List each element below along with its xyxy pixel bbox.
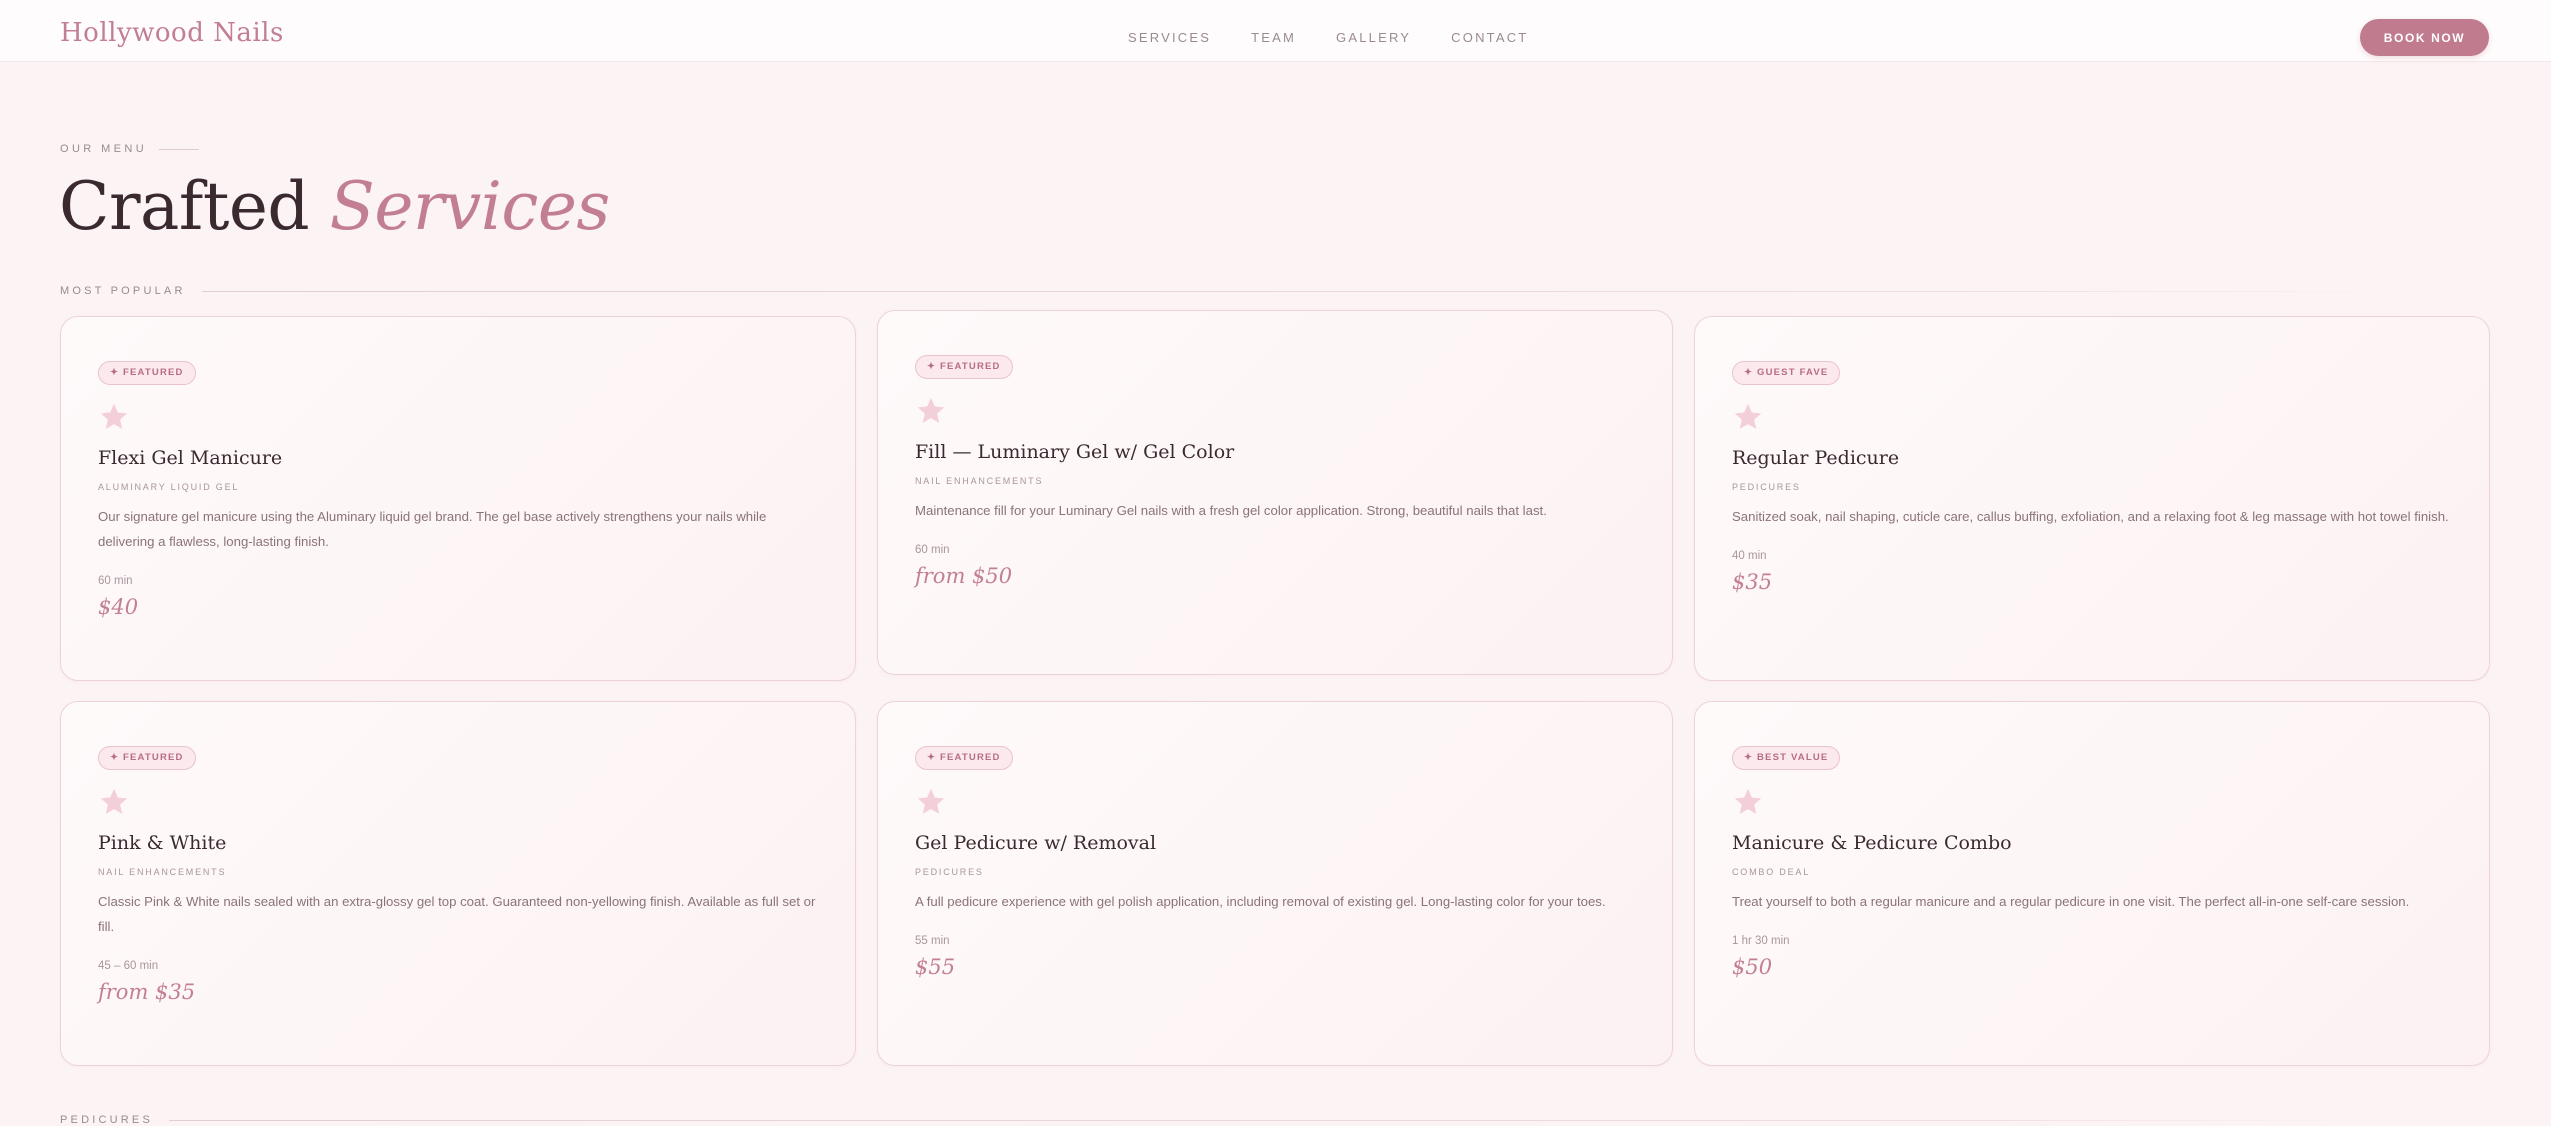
- service-card[interactable]: ✦ BEST VALUE Manicure & Pedicure Combo C…: [1694, 701, 2490, 1066]
- card-body: ✦ FEATURED Gel Pedicure w/ Removal PEDIC…: [915, 746, 1635, 979]
- top-navbar: Hollywood Nails SERVICES TEAM GALLERY CO…: [0, 0, 2551, 62]
- card-category: NAIL ENHANCEMENTS: [98, 867, 227, 877]
- star-icon: [1734, 403, 1762, 429]
- eyebrow-rule: [159, 148, 200, 150]
- card-duration: 45 – 60 min: [98, 960, 159, 972]
- service-card[interactable]: ✦ FEATURED Fill — Luminary Gel w/ Gel Co…: [877, 310, 1673, 675]
- star-icon: [100, 788, 128, 814]
- service-card[interactable]: ✦ GUEST FAVE Regular Pedicure PEDICURES …: [1694, 316, 2490, 681]
- nav-services[interactable]: SERVICES: [1128, 30, 1211, 45]
- card-body: ✦ FEATURED Flexi Gel Manicure ALUMINARY …: [98, 361, 818, 619]
- card-title: Flexi Gel Manicure: [98, 447, 283, 469]
- card-badge: ✦ FEATURED: [915, 355, 1013, 379]
- page-title: Crafted Services: [59, 164, 610, 250]
- group-label-pedicures: PEDICURES: [60, 1114, 2369, 1126]
- card-body: ✦ BEST VALUE Manicure & Pedicure Combo C…: [1732, 746, 2452, 979]
- brand-logo[interactable]: Hollywood Nails: [60, 18, 284, 48]
- card-price: $35: [1732, 570, 1773, 594]
- card-duration: 60 min: [98, 575, 133, 587]
- card-body: ✦ FEATURED Pink & White NAIL ENHANCEMENT…: [98, 746, 818, 1004]
- card-category: COMBO DEAL: [1732, 867, 1811, 877]
- title-accent: Services: [329, 168, 611, 245]
- star-icon: [1734, 788, 1762, 814]
- card-duration: 40 min: [1732, 550, 1767, 562]
- main-nav: SERVICES TEAM GALLERY CONTACT: [1128, 30, 1568, 45]
- service-card[interactable]: ✦ FEATURED Pink & White NAIL ENHANCEMENT…: [60, 701, 856, 1066]
- nav-team[interactable]: TEAM: [1251, 30, 1296, 45]
- star-icon: [917, 788, 945, 814]
- card-category: NAIL ENHANCEMENTS: [915, 476, 1044, 486]
- eyebrow-label: OUR MENU: [60, 143, 148, 155]
- book-now-button[interactable]: BOOK NOW: [2360, 19, 2489, 56]
- card-description: Treat yourself to both a regular manicur…: [1732, 894, 2410, 909]
- card-description: Sanitized soak, nail shaping, cuticle ca…: [1732, 509, 2449, 524]
- card-price: from $35: [98, 980, 196, 1004]
- card-body: ✦ GUEST FAVE Regular Pedicure PEDICURES …: [1732, 361, 2452, 594]
- nav-contact[interactable]: CONTACT: [1451, 30, 1528, 45]
- card-title: Gel Pedicure w/ Removal: [915, 832, 1157, 854]
- group-divider: [201, 290, 2402, 292]
- group-divider: [168, 1119, 2369, 1121]
- card-title: Pink & White: [98, 832, 227, 854]
- card-description: Maintenance fill for your Luminary Gel n…: [915, 503, 1547, 518]
- group-label-most-popular: MOST POPULAR: [60, 285, 2402, 297]
- card-badge: ✦ FEATURED: [98, 746, 196, 770]
- card-description: Classic Pink & White nails sealed with a…: [98, 894, 816, 934]
- card-title: Fill — Luminary Gel w/ Gel Color: [915, 441, 1235, 463]
- card-duration: 55 min: [915, 935, 950, 947]
- card-description: A full pedicure experience with gel poli…: [915, 894, 1606, 909]
- card-category: PEDICURES: [1732, 482, 1801, 492]
- title-main: Crafted: [59, 168, 310, 245]
- section-eyebrow: OUR MENU: [60, 143, 200, 155]
- nav-gallery[interactable]: GALLERY: [1336, 30, 1411, 45]
- card-title: Regular Pedicure: [1732, 447, 1900, 469]
- card-badge: ✦ BEST VALUE: [1732, 746, 1841, 770]
- card-duration: 1 hr 30 min: [1732, 935, 1790, 947]
- card-price: $50: [1732, 955, 1773, 979]
- service-card[interactable]: ✦ FEATURED Gel Pedicure w/ Removal PEDIC…: [877, 701, 1673, 1066]
- card-badge: ✦ FEATURED: [915, 746, 1013, 770]
- card-price: from $50: [915, 564, 1013, 588]
- card-badge: ✦ GUEST FAVE: [1732, 361, 1841, 385]
- group-label-text: PEDICURES: [60, 1114, 153, 1126]
- group-label-text: MOST POPULAR: [60, 285, 186, 297]
- card-title: Manicure & Pedicure Combo: [1732, 832, 2012, 854]
- card-description: Our signature gel manicure using the Alu…: [98, 509, 767, 549]
- card-category: ALUMINARY LIQUID GEL: [98, 482, 240, 492]
- card-badge: ✦ FEATURED: [98, 361, 196, 385]
- card-category: PEDICURES: [915, 867, 984, 877]
- card-body: ✦ FEATURED Fill — Luminary Gel w/ Gel Co…: [915, 355, 1635, 588]
- card-price: $40: [98, 595, 139, 619]
- star-icon: [917, 397, 945, 423]
- star-icon: [100, 403, 128, 429]
- service-card[interactable]: ✦ FEATURED Flexi Gel Manicure ALUMINARY …: [60, 316, 856, 681]
- card-price: $55: [915, 955, 956, 979]
- card-duration: 60 min: [915, 544, 950, 556]
